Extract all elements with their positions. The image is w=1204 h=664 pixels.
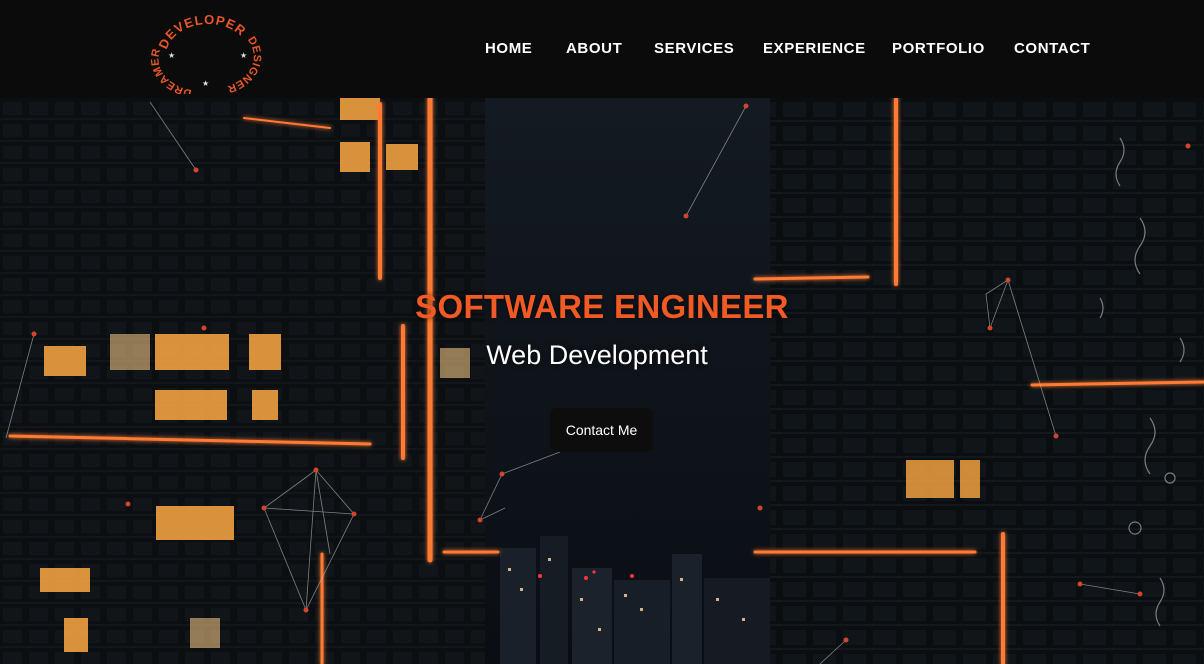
svg-text:DESIGNER: DESIGNER [226, 35, 263, 94]
logo-emblem-icon: DEVELOPER DESIGNER DREAMER ★ ★ ★ [149, 12, 263, 99]
hero-subtitle: Web Development [486, 340, 708, 370]
hero-background-image [0, 98, 1204, 664]
logo[interactable]: DEVELOPER DESIGNER DREAMER ★ ★ ★ [149, 12, 266, 99]
svg-text:★: ★ [202, 79, 209, 88]
nav-about[interactable]: ABOUT [566, 40, 622, 57]
right-tower [770, 98, 1204, 664]
main-nav: HOME ABOUT SERVICES EXPERIENCE PORTFOLIO… [485, 40, 1090, 60]
hero-section: SOFTWARE ENGINEER Web Development Contac… [0, 98, 1204, 664]
logo-text-top: DEVELOPER [155, 12, 248, 51]
logo-text-right: DESIGNER [226, 35, 263, 95]
nav-contact[interactable]: CONTACT [1014, 40, 1090, 57]
nav-portfolio[interactable]: PORTFOLIO [892, 40, 985, 57]
nav-experience[interactable]: EXPERIENCE [763, 40, 866, 57]
svg-text:★: ★ [168, 51, 175, 60]
svg-text:DEVELOPER: DEVELOPER [155, 14, 249, 51]
contact-me-button[interactable]: Contact Me [550, 408, 653, 452]
navbar: DEVELOPER DESIGNER DREAMER ★ ★ ★ HOME AB… [0, 0, 1204, 99]
nav-home[interactable]: HOME [485, 40, 532, 57]
left-tower [0, 98, 485, 664]
hero-title: SOFTWARE ENGINEER [415, 288, 789, 325]
svg-text:★: ★ [240, 51, 247, 60]
nav-services[interactable]: SERVICES [654, 40, 734, 57]
